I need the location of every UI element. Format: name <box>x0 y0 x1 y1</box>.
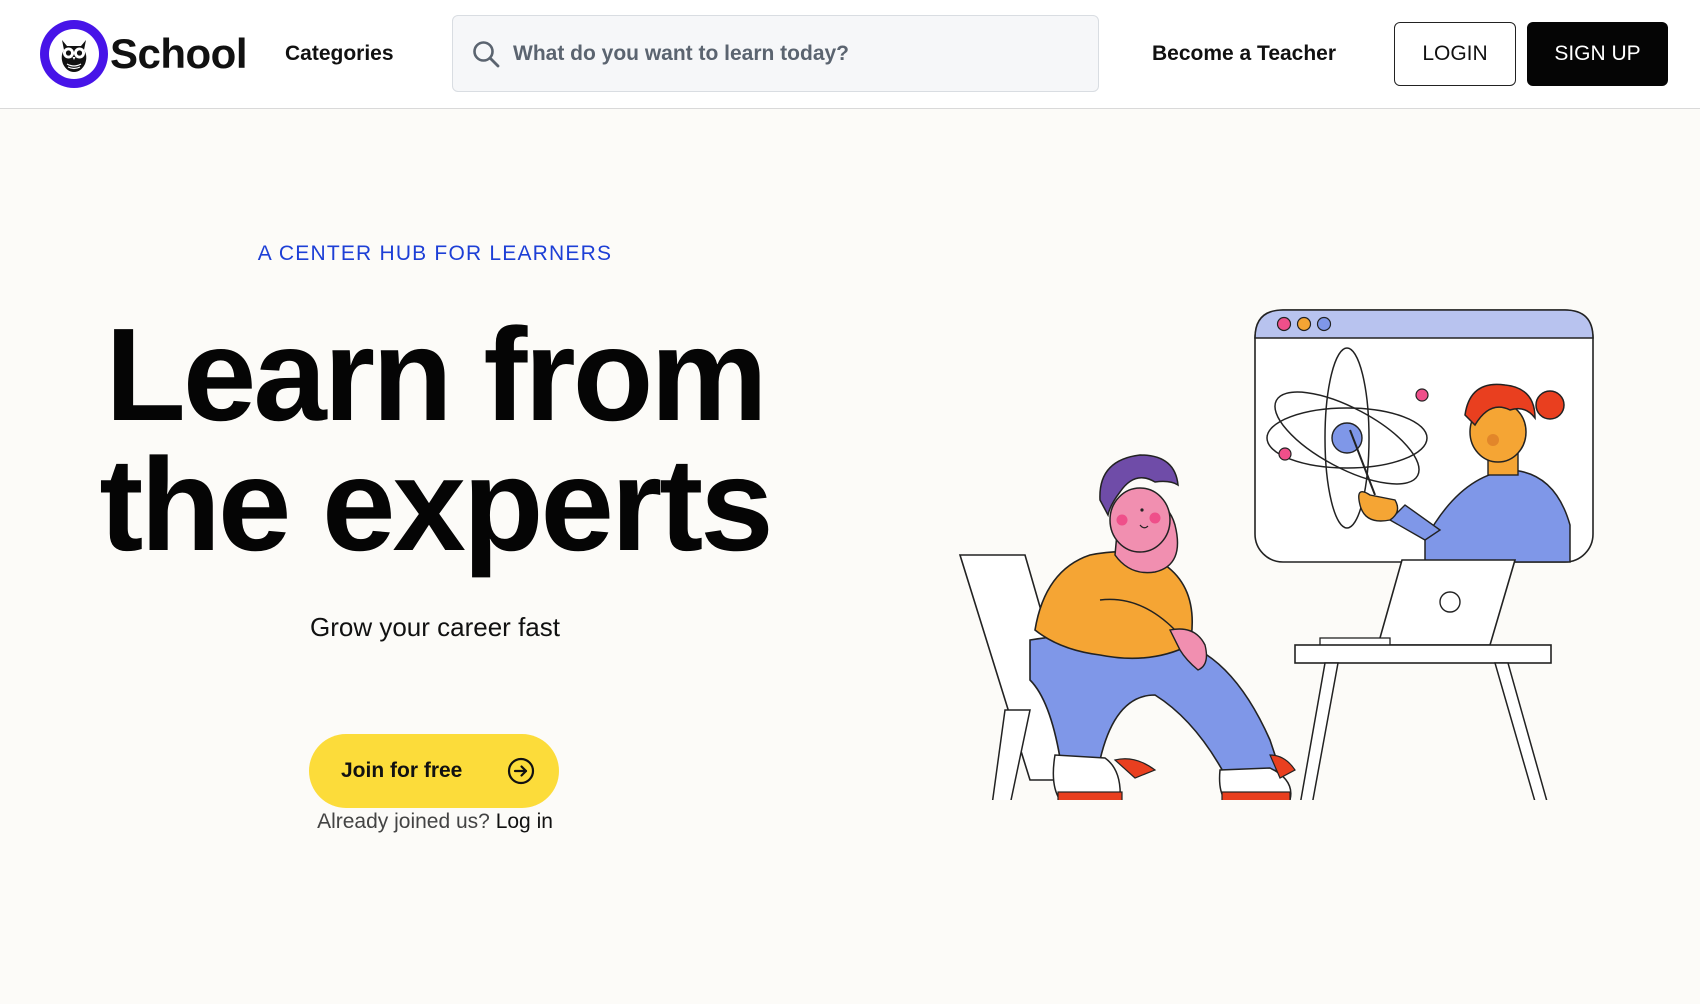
hero-eyebrow: A CENTER HUB FOR LEARNERS <box>257 242 613 265</box>
arrow-right-circle-icon <box>507 757 535 785</box>
categories-menu[interactable]: Categories <box>285 36 394 72</box>
signup-button[interactable]: SIGN UP <box>1527 22 1668 86</box>
hero-headline: Learn from the experts <box>40 301 830 578</box>
logo-text: School <box>110 30 248 77</box>
already-joined-text: Already joined us? Log in <box>40 810 830 834</box>
search-bar[interactable] <box>452 15 1099 92</box>
join-button-label: Join for free <box>341 759 463 782</box>
online-class-illustration <box>958 309 1594 800</box>
search-input[interactable] <box>513 41 1073 66</box>
logo-link[interactable]: School <box>40 20 248 88</box>
hero-section: A CENTER HUB FOR LEARNERS Learn from the… <box>40 110 830 1004</box>
hero-subhead: Grow your career fast <box>310 612 560 642</box>
search-icon <box>473 40 500 67</box>
hero-headline-line2: the experts <box>99 431 773 578</box>
become-teacher-link[interactable]: Become a Teacher <box>1152 36 1336 72</box>
hero-headline-line1: Learn from <box>105 301 767 448</box>
landing-page: School Categories Become a Teacher LOGIN… <box>0 0 1700 1004</box>
already-joined-label: Already joined us? <box>317 810 490 833</box>
login-link[interactable]: Log in <box>496 810 553 833</box>
login-button[interactable]: LOGIN <box>1394 22 1516 86</box>
top-navbar: School Categories Become a Teacher LOGIN… <box>0 0 1700 109</box>
owl-logo-icon <box>40 20 108 88</box>
desk-graphic <box>1294 559 1552 800</box>
join-for-free-button[interactable]: Join for free <box>309 734 559 808</box>
